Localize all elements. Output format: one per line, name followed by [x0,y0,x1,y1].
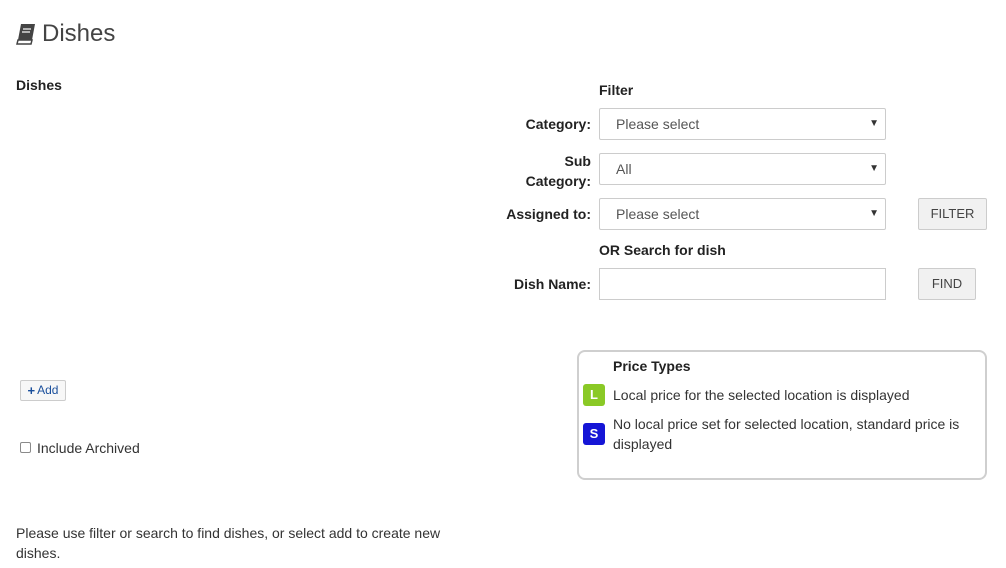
page-title: Dishes [16,20,115,48]
caret-down-icon: ▼ [869,163,879,174]
book-icon [16,23,36,45]
local-price-badge: L [583,384,605,406]
caret-down-icon: ▼ [869,208,879,219]
add-button-label: Add [37,383,59,397]
include-archived-label: Include Archived [37,440,140,456]
local-price-text: Local price for the selected location is… [613,387,910,403]
subcategory-label: Sub Category: [500,151,591,191]
subcategory-select-value: All [616,161,632,177]
page-title-text: Dishes [42,20,116,47]
section-label: Dishes [16,77,62,93]
assigned-label: Assigned to: [506,206,591,222]
subcategory-label-line1: Sub [564,153,591,169]
filter-button[interactable]: FILTER [918,198,987,230]
include-archived-checkbox[interactable] [20,442,31,453]
subcategory-select[interactable]: All ▼ [599,153,886,185]
dish-name-input[interactable] [599,268,886,300]
filter-heading: Filter [599,82,634,98]
assigned-select[interactable]: Please select ▼ [599,198,886,230]
category-select-value: Please select [616,116,700,132]
search-heading: OR Search for dish [599,242,726,258]
dish-name-label: Dish Name: [513,276,591,292]
plus-icon: + [27,383,36,398]
add-button[interactable]: + Add [20,380,66,401]
caret-down-icon: ▼ [869,118,879,129]
find-button[interactable]: FIND [918,268,976,300]
standard-price-text: No local price set for selected location… [613,416,960,452]
subcategory-label-line2: Category: [525,173,591,189]
price-types-heading: Price Types [613,358,691,374]
standard-price-badge: S [583,423,605,445]
category-select[interactable]: Please select ▼ [599,108,886,140]
category-label: Category: [525,116,591,132]
assigned-select-value: Please select [616,206,700,222]
empty-state-message: Please use filter or search to find dish… [16,525,441,561]
